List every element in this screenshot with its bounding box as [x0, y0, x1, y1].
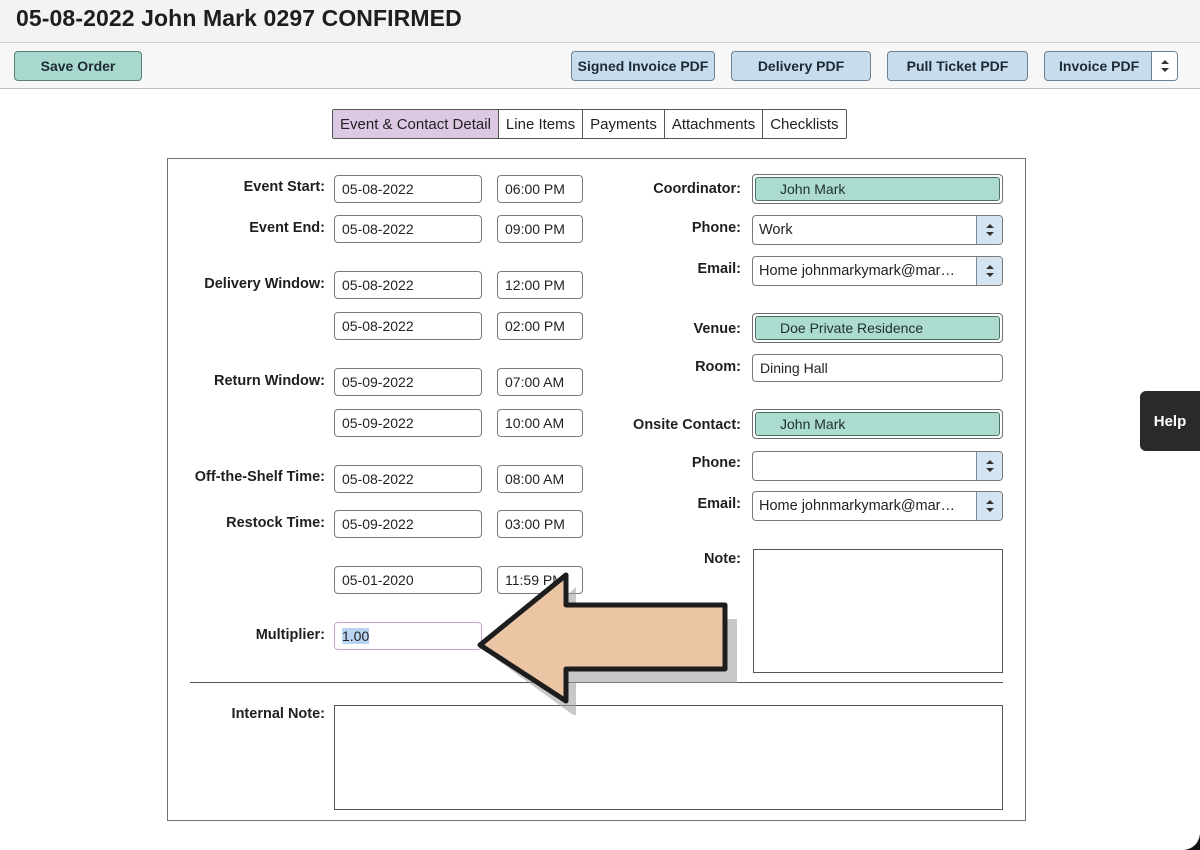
multiplier-label: Multiplier:	[255, 627, 325, 643]
delivery-pdf-button[interactable]: Delivery PDF	[731, 51, 871, 81]
phone-select-value: Work	[759, 222, 793, 238]
note-label: Note:	[703, 551, 741, 567]
onsite-contact-label: Onsite Contact:	[633, 417, 741, 433]
event-start-label: Event Start:	[243, 179, 325, 195]
save-order-button[interactable]: Save Order	[14, 51, 142, 81]
internal-note-label: Internal Note:	[231, 706, 325, 722]
tab-checklists[interactable]: Checklists	[763, 110, 845, 138]
title-bar: 05-08-2022 John Mark 0297 CONFIRMED	[0, 0, 1200, 43]
up-down-chevron-icon	[985, 265, 994, 277]
onsite-contact-chip[interactable]: John Mark	[755, 412, 1000, 436]
restock-date-input[interactable]: 05-09-2022	[334, 510, 482, 538]
tab-bar: Event & Contact Detail Line Items Paymen…	[332, 109, 847, 139]
internal-note-textarea[interactable]	[334, 705, 1003, 810]
off-the-shelf-time-label: Off-the-Shelf Time:	[194, 469, 325, 485]
return-end-date-input[interactable]: 05-09-2022	[334, 409, 482, 437]
note-textarea[interactable]	[753, 549, 1003, 673]
venue-label: Venue:	[693, 321, 741, 337]
tab-line-items[interactable]: Line Items	[499, 110, 584, 138]
event-end-date-input[interactable]: 05-08-2022	[334, 215, 482, 243]
tab-event-contact-detail[interactable]: Event & Contact Detail	[333, 110, 499, 138]
help-button[interactable]: Help	[1140, 391, 1200, 451]
phone-label: Phone:	[691, 220, 741, 236]
return-end-time-input[interactable]: 10:00 AM	[497, 409, 583, 437]
up-down-chevron-icon	[985, 500, 994, 512]
onsite-phone-select[interactable]	[752, 451, 1003, 481]
invoice-pdf-button[interactable]: Invoice PDF	[1044, 51, 1178, 81]
coordinator-field[interactable]: John Mark	[752, 174, 1003, 204]
email-label: Email:	[697, 261, 741, 277]
extra-date-input[interactable]: 05-01-2020	[334, 566, 482, 594]
delivery-end-date-input[interactable]: 05-08-2022	[334, 312, 482, 340]
extra-time-input[interactable]: 11:59 PM	[497, 566, 583, 594]
toolbar: Save Order Signed Invoice PDF Delivery P…	[0, 43, 1200, 89]
room-label: Room:	[695, 359, 741, 375]
event-end-label: Event End:	[249, 220, 325, 236]
event-end-time-input[interactable]: 09:00 PM	[497, 215, 583, 243]
tab-payments[interactable]: Payments	[583, 110, 665, 138]
event-start-time-input[interactable]: 06:00 PM	[497, 175, 583, 203]
onsite-email-label: Email:	[697, 496, 741, 512]
section-divider	[190, 682, 1003, 683]
phone-select-toggle[interactable]	[976, 216, 1002, 244]
restock-time-input[interactable]: 03:00 PM	[497, 510, 583, 538]
off-shelf-date-input[interactable]: 05-08-2022	[334, 465, 482, 493]
signed-invoice-pdf-button[interactable]: Signed Invoice PDF	[571, 51, 715, 81]
up-down-chevron-icon	[985, 224, 994, 236]
multiplier-selected-value: 1.00	[342, 628, 370, 644]
room-input[interactable]: Dining Hall	[752, 354, 1003, 382]
venue-chip[interactable]: Doe Private Residence	[755, 316, 1000, 340]
event-start-date-input[interactable]: 05-08-2022	[334, 175, 482, 203]
delivery-window-label: Delivery Window:	[204, 276, 325, 292]
onsite-email-select[interactable]: Home johnmarkymark@mar…	[752, 491, 1003, 521]
invoice-options-toggle[interactable]	[1151, 52, 1177, 80]
onsite-contact-field[interactable]: John Mark	[752, 409, 1003, 439]
up-down-chevron-icon	[985, 460, 994, 472]
coordinator-label: Coordinator:	[653, 181, 741, 197]
up-down-chevron-icon	[1160, 60, 1169, 72]
onsite-phone-select-toggle[interactable]	[976, 452, 1002, 480]
restock-time-label: Restock Time:	[226, 515, 325, 531]
multiplier-input[interactable]: 1.00	[334, 622, 482, 650]
tab-attachments[interactable]: Attachments	[665, 110, 764, 138]
onsite-email-select-value: Home johnmarkymark@mar…	[759, 498, 956, 514]
phone-select[interactable]: Work	[752, 215, 1003, 245]
return-start-time-input[interactable]: 07:00 AM	[497, 368, 583, 396]
email-select[interactable]: Home johnmarkymark@mar…	[752, 256, 1003, 286]
off-shelf-time-input[interactable]: 08:00 AM	[497, 465, 583, 493]
delivery-start-time-input[interactable]: 12:00 PM	[497, 271, 583, 299]
onsite-phone-label: Phone:	[691, 455, 741, 471]
venue-field[interactable]: Doe Private Residence	[752, 313, 1003, 343]
page-title: 05-08-2022 John Mark 0297 CONFIRMED	[16, 5, 462, 31]
delivery-end-time-input[interactable]: 02:00 PM	[497, 312, 583, 340]
email-select-value: Home johnmarkymark@mar…	[759, 263, 956, 279]
return-window-label: Return Window:	[213, 373, 325, 389]
return-start-date-input[interactable]: 05-09-2022	[334, 368, 482, 396]
window-corner	[1184, 834, 1200, 850]
email-select-toggle[interactable]	[976, 257, 1002, 285]
pull-ticket-pdf-button[interactable]: Pull Ticket PDF	[887, 51, 1028, 81]
delivery-start-date-input[interactable]: 05-08-2022	[334, 271, 482, 299]
invoice-pdf-label: Invoice PDF	[1059, 58, 1140, 74]
coordinator-chip[interactable]: John Mark	[755, 177, 1000, 201]
onsite-email-select-toggle[interactable]	[976, 492, 1002, 520]
